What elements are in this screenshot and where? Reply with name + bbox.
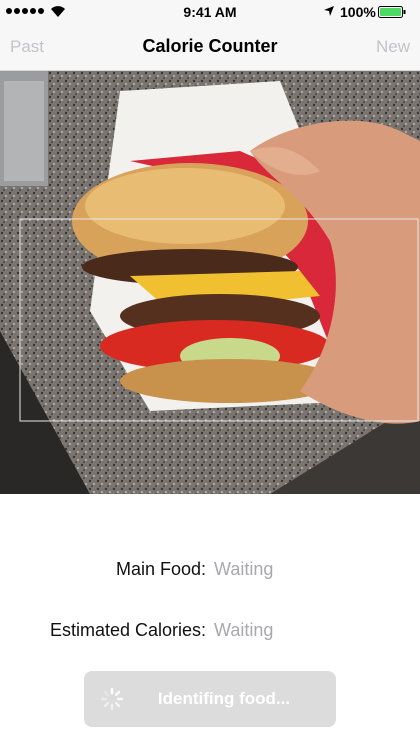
page-title: Calorie Counter: [142, 36, 278, 56]
camera-image: [0, 71, 420, 494]
status-bar: 9:41 AM 100%: [0, 0, 420, 24]
identify-food-button[interactable]: Identifing food...: [84, 671, 336, 727]
camera-preview[interactable]: [0, 71, 420, 494]
navigation-bar: Past Calorie Counter New: [0, 24, 420, 71]
battery-percent: 100%: [340, 4, 376, 20]
estimated-calories-label: Estimated Calories:: [49, 620, 206, 640]
identify-food-label: Identifing food...: [157, 689, 291, 708]
new-button[interactable]: New: [376, 37, 410, 57]
main-food-label: Main Food:: [115, 559, 206, 579]
battery-icon: [378, 6, 406, 18]
location-arrow-icon: [324, 6, 334, 16]
main-food-value: Waiting: [214, 559, 274, 579]
estimated-calories-value: Waiting: [214, 620, 274, 640]
